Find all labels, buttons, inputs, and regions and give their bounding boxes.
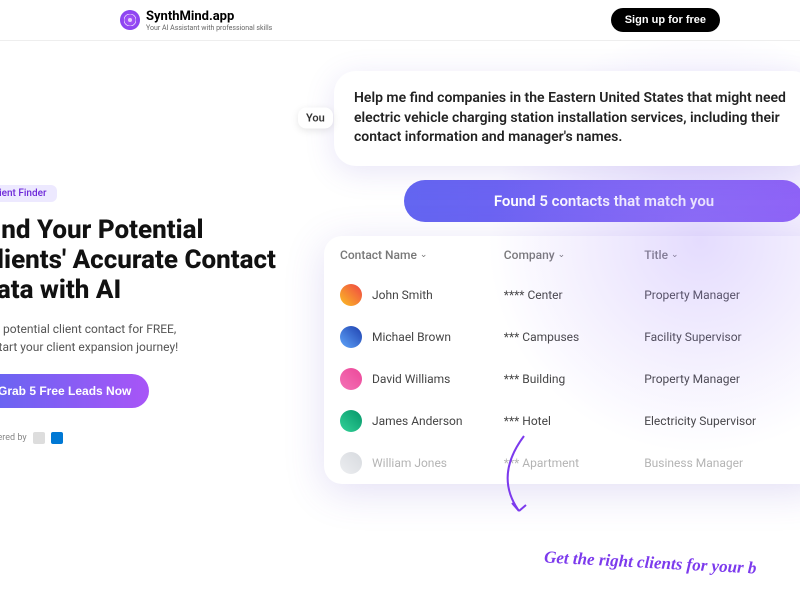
title-cell: Property Manager xyxy=(644,372,800,386)
contact-name: William Jones xyxy=(372,456,447,470)
results-table: Contact Name ⌄ Company ⌄ Title ⌄ John Sm… xyxy=(324,236,800,484)
headline: Find Your Potential Clients' Accurate Co… xyxy=(0,216,284,306)
title-cell: Electricity Supervisor xyxy=(644,414,800,428)
title-cell: Business Manager xyxy=(644,456,800,470)
avatar xyxy=(340,368,362,390)
cta-button[interactable]: Grab 5 Free Leads Now xyxy=(0,374,149,408)
hero-right: Just Ch You Help me find companies in th… xyxy=(304,41,800,601)
contact-name: John Smith xyxy=(372,288,433,302)
chevron-down-icon: ⌄ xyxy=(420,250,428,260)
powered-by: Powered by xyxy=(0,432,284,444)
col-company[interactable]: Company ⌄ xyxy=(504,248,644,262)
title-cell: Facility Supervisor xyxy=(644,330,800,344)
avatar xyxy=(340,326,362,348)
table-row[interactable]: David Williams *** BuildingProperty Manag… xyxy=(324,358,800,400)
contact-name: James Anderson xyxy=(372,414,463,428)
logo-text: SynthMind.app xyxy=(146,9,272,24)
azure-icon xyxy=(51,432,63,444)
subtext: et 5 potential client contact for FREE, … xyxy=(0,320,284,356)
table-header: Contact Name ⌄ Company ⌄ Title ⌄ xyxy=(324,236,800,274)
arrow-annotation xyxy=(484,431,544,521)
user-chat-bubble: You Help me find companies in the Easter… xyxy=(334,71,800,166)
avatar xyxy=(340,452,362,474)
signup-button[interactable]: Sign up for free xyxy=(611,8,720,32)
table-row[interactable]: James Anderson *** HotelElectricity Super… xyxy=(324,400,800,442)
col-contact-name[interactable]: Contact Name ⌄ xyxy=(340,248,504,262)
avatar xyxy=(340,410,362,432)
main-content: Client Finder Find Your Potential Client… xyxy=(0,41,800,601)
logo-icon xyxy=(120,10,140,30)
annotation-get-clients: Get the right clients for your b xyxy=(544,547,757,578)
category-badge: Client Finder xyxy=(0,185,57,202)
chat-text: Help me find companies in the Eastern Un… xyxy=(354,89,794,148)
contact-name: David Williams xyxy=(372,372,450,386)
col-title[interactable]: Title ⌄ xyxy=(644,248,800,262)
company-cell: *** Campuses xyxy=(504,330,644,344)
table-row[interactable]: William Jones*** ApartmentBusiness Manag… xyxy=(324,442,800,484)
hero-left: Client Finder Find Your Potential Client… xyxy=(0,41,284,601)
you-badge: You xyxy=(298,108,333,129)
openai-icon xyxy=(33,432,45,444)
found-bubble: Found 5 contacts that match you xyxy=(404,180,800,222)
chevron-down-icon: ⌄ xyxy=(671,250,679,260)
table-row[interactable]: Michael Brown *** CampusesFacility Superv… xyxy=(324,316,800,358)
header-bar: SynthMind.app Your AI Assistant with pro… xyxy=(0,0,800,41)
company-cell: **** Center xyxy=(504,288,644,302)
avatar xyxy=(340,284,362,306)
logo[interactable]: SynthMind.app Your AI Assistant with pro… xyxy=(120,9,272,32)
company-cell: *** Building xyxy=(504,372,644,386)
contact-name: Michael Brown xyxy=(372,330,451,344)
logo-tagline: Your AI Assistant with professional skil… xyxy=(146,24,272,32)
table-row[interactable]: John Smith **** CenterProperty Manager xyxy=(324,274,800,316)
company-cell: *** Hotel xyxy=(504,414,644,428)
title-cell: Property Manager xyxy=(644,288,800,302)
chevron-down-icon: ⌄ xyxy=(558,250,566,260)
